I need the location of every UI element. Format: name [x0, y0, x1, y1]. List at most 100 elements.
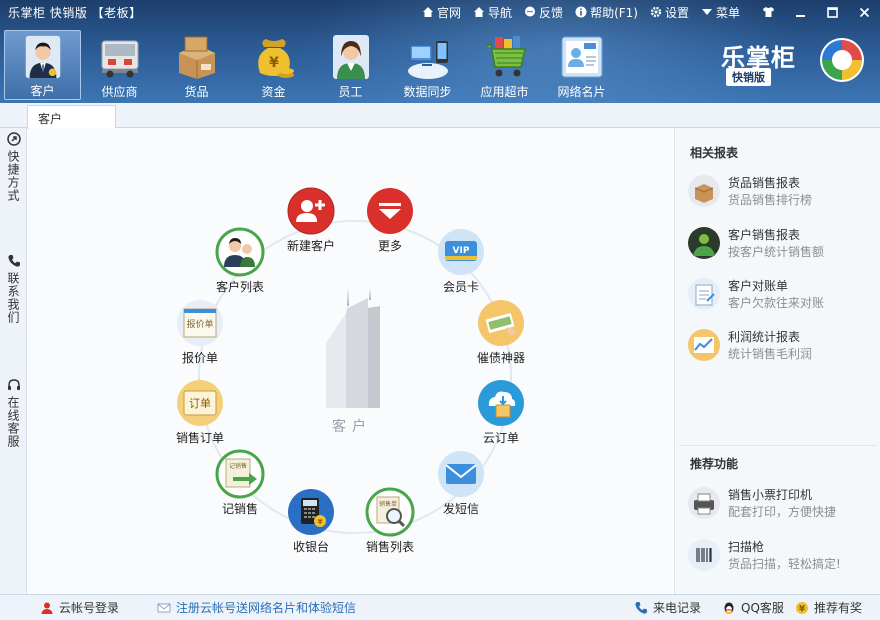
call-log-label: 来电记录 — [653, 601, 702, 615]
nav-item-employee[interactable]: 员工 — [312, 30, 389, 100]
maximize-button[interactable] — [816, 0, 848, 24]
send-sms-button[interactable]: 发短信 — [421, 449, 501, 517]
quick-sidebar: 快捷方式 联系我们 在线客服 — [0, 128, 27, 594]
feedback-link[interactable]: 反馈 — [524, 4, 563, 21]
svg-text:VIP: VIP — [453, 246, 470, 256]
customer-hub: 客户 新建客户 更多 VIP 会员卡 催债神器 云订单 发短信 销售单 销售列表… — [28, 128, 673, 594]
settings-link[interactable]: 设置 — [650, 4, 689, 21]
qq-service-label: QQ客服 — [741, 601, 784, 615]
nav-item-data-sync[interactable]: 数据同步 — [389, 30, 466, 100]
quotation-button[interactable]: 报价单 报价单 — [160, 298, 240, 366]
nav-item-employee-label: 员工 — [338, 85, 363, 99]
minimize-icon — [795, 14, 805, 17]
record-sale-button[interactable]: 记销售 记销售 — [200, 449, 280, 517]
report-customer-statement[interactable]: 客户对账单 客户欠款往来对账 — [687, 275, 877, 315]
sidebar-item-online-service[interactable]: 在线客服 — [0, 378, 27, 448]
coin-icon: ¥ — [796, 601, 808, 614]
customer-list-button[interactable]: 客户列表 — [200, 227, 280, 295]
nav-item-business-card[interactable]: 网络名片 — [543, 30, 620, 100]
nav-item-customer-label: 客户 — [30, 84, 55, 98]
more-label: 更多 — [377, 239, 402, 253]
building-graphic — [326, 288, 380, 408]
right-panel: 相关报表 货品销售报表 货品销售排行榜 客户销售报表 按客户统计销售额 客户对账… — [674, 128, 880, 594]
record-sale-icon: 记销售 — [215, 449, 265, 499]
profit-chart-icon — [688, 329, 720, 361]
chat-icon — [525, 6, 536, 17]
help-link[interactable]: 帮助(F1) — [575, 4, 638, 21]
nav-item-goods-label: 货品 — [184, 85, 209, 99]
navigation-link[interactable]: 导航 — [473, 4, 512, 21]
report-goods-sales[interactable]: 货品销售报表 货品销售排行榜 — [687, 172, 877, 212]
feedback-label: 反馈 — [539, 5, 564, 20]
recommend-barcode-scanner[interactable]: 扫描枪 货品扫描，轻松搞定! — [687, 536, 877, 576]
svg-text:记销售: 记销售 — [229, 462, 247, 470]
report-customer-sales[interactable]: 客户销售报表 按客户统计销售额 — [687, 224, 877, 264]
sales-list-button[interactable]: 销售单 销售列表 — [350, 487, 430, 555]
more-button[interactable]: 更多 — [350, 186, 430, 254]
recommend-receipt-printer[interactable]: 销售小票打印机 配套打印，方便快捷 — [687, 484, 877, 524]
referral-link[interactable]: ¥ 推荐有奖 — [795, 599, 862, 616]
brand-mark-icon — [820, 38, 864, 82]
statement-icon — [688, 278, 720, 310]
home-icon — [423, 7, 434, 17]
business-card-icon — [561, 36, 602, 78]
customer-report-icon — [688, 227, 720, 259]
register-promo-link[interactable]: 注册云帐号送网络名片和体验短信 — [157, 599, 356, 616]
tab-strip: 客户 — [0, 103, 880, 129]
sidebar-item-contact[interactable]: 联系我们 — [0, 254, 27, 324]
cloud-login-link[interactable]: 云帐号登录 — [40, 599, 119, 616]
cash-register-icon: ¥ — [288, 489, 334, 535]
skin-button[interactable] — [752, 0, 784, 24]
top-toolbar: 官网 导航 反馈 帮助(F1) 设置 菜单 — [422, 0, 880, 24]
nav-item-app-market[interactable]: 应用超市 — [466, 30, 543, 100]
sales-order-button[interactable]: 订单 销售订单 — [160, 378, 240, 446]
register-promo-label: 注册云帐号送网络名片和体验短信 — [176, 601, 357, 615]
add-customer-button[interactable]: 新建客户 — [271, 186, 351, 254]
nav-item-supplier[interactable]: 供应商 — [81, 30, 158, 100]
report-profit-stats[interactable]: 利润统计报表 统计销售毛利润 — [687, 326, 877, 366]
settings-label: 设置 — [664, 5, 689, 20]
nav-item-funds[interactable]: ¥ 资金 — [235, 30, 312, 100]
recommend-barcode-scanner-title: 扫描枪 — [728, 540, 765, 554]
nav-item-customer[interactable]: 客户 — [4, 30, 81, 100]
employee-icon — [332, 35, 369, 79]
vip-card-button[interactable]: VIP 会员卡 — [421, 227, 501, 295]
add-customer-label: 新建客户 — [286, 239, 335, 253]
sidebar-item-shortcuts[interactable]: 快捷方式 — [0, 132, 27, 202]
qq-service-link[interactable]: QQ客服 — [722, 599, 784, 616]
shirt-skin-icon — [762, 7, 774, 17]
tab-customer[interactable]: 客户 — [27, 105, 116, 129]
cloud-order-button[interactable]: 云订单 — [461, 378, 541, 446]
qq-penguin-icon — [724, 602, 734, 614]
nav-item-data-sync-label: 数据同步 — [403, 85, 452, 99]
call-log-link[interactable]: 来电记录 — [634, 599, 701, 616]
menu-link[interactable]: 菜单 — [701, 4, 740, 21]
recommend-receipt-printer-desc: 配套打印，方便快捷 — [728, 505, 837, 519]
official-site-link[interactable]: 官网 — [422, 4, 461, 21]
panel-divider — [679, 445, 877, 446]
help-label: 帮助(F1) — [590, 5, 638, 20]
app-market-cart-icon — [484, 36, 526, 77]
hub-center-label: 客户 — [332, 419, 372, 435]
sales-order-label: 销售订单 — [175, 431, 224, 445]
nav-item-goods[interactable]: 货品 — [158, 30, 235, 100]
cloud-login-label: 云帐号登录 — [59, 601, 120, 615]
minimize-button[interactable] — [784, 0, 816, 24]
related-reports-title: 相关报表 — [690, 146, 739, 160]
gear-icon — [650, 6, 662, 18]
phone-icon — [7, 255, 20, 267]
debt-collect-button[interactable]: 催债神器 — [461, 298, 541, 366]
cash-register-button[interactable]: ¥ 收银台 — [271, 487, 351, 555]
info-icon — [575, 6, 587, 18]
customer-list-icon — [215, 227, 265, 277]
navigation-label: 导航 — [488, 5, 513, 20]
sidebar-item-online-service-label: 在线客服 — [6, 396, 20, 448]
nav-item-supplier-label: 供应商 — [101, 85, 138, 99]
maximize-icon — [826, 6, 838, 18]
close-button[interactable] — [848, 0, 880, 24]
recommend-barcode-scanner-desc: 货品扫描，轻松搞定! — [728, 557, 841, 571]
supplier-truck-icon — [101, 40, 138, 78]
quotation-icon: 报价单 — [177, 300, 223, 346]
user-icon — [41, 602, 53, 614]
svg-text:订单: 订单 — [189, 397, 211, 410]
